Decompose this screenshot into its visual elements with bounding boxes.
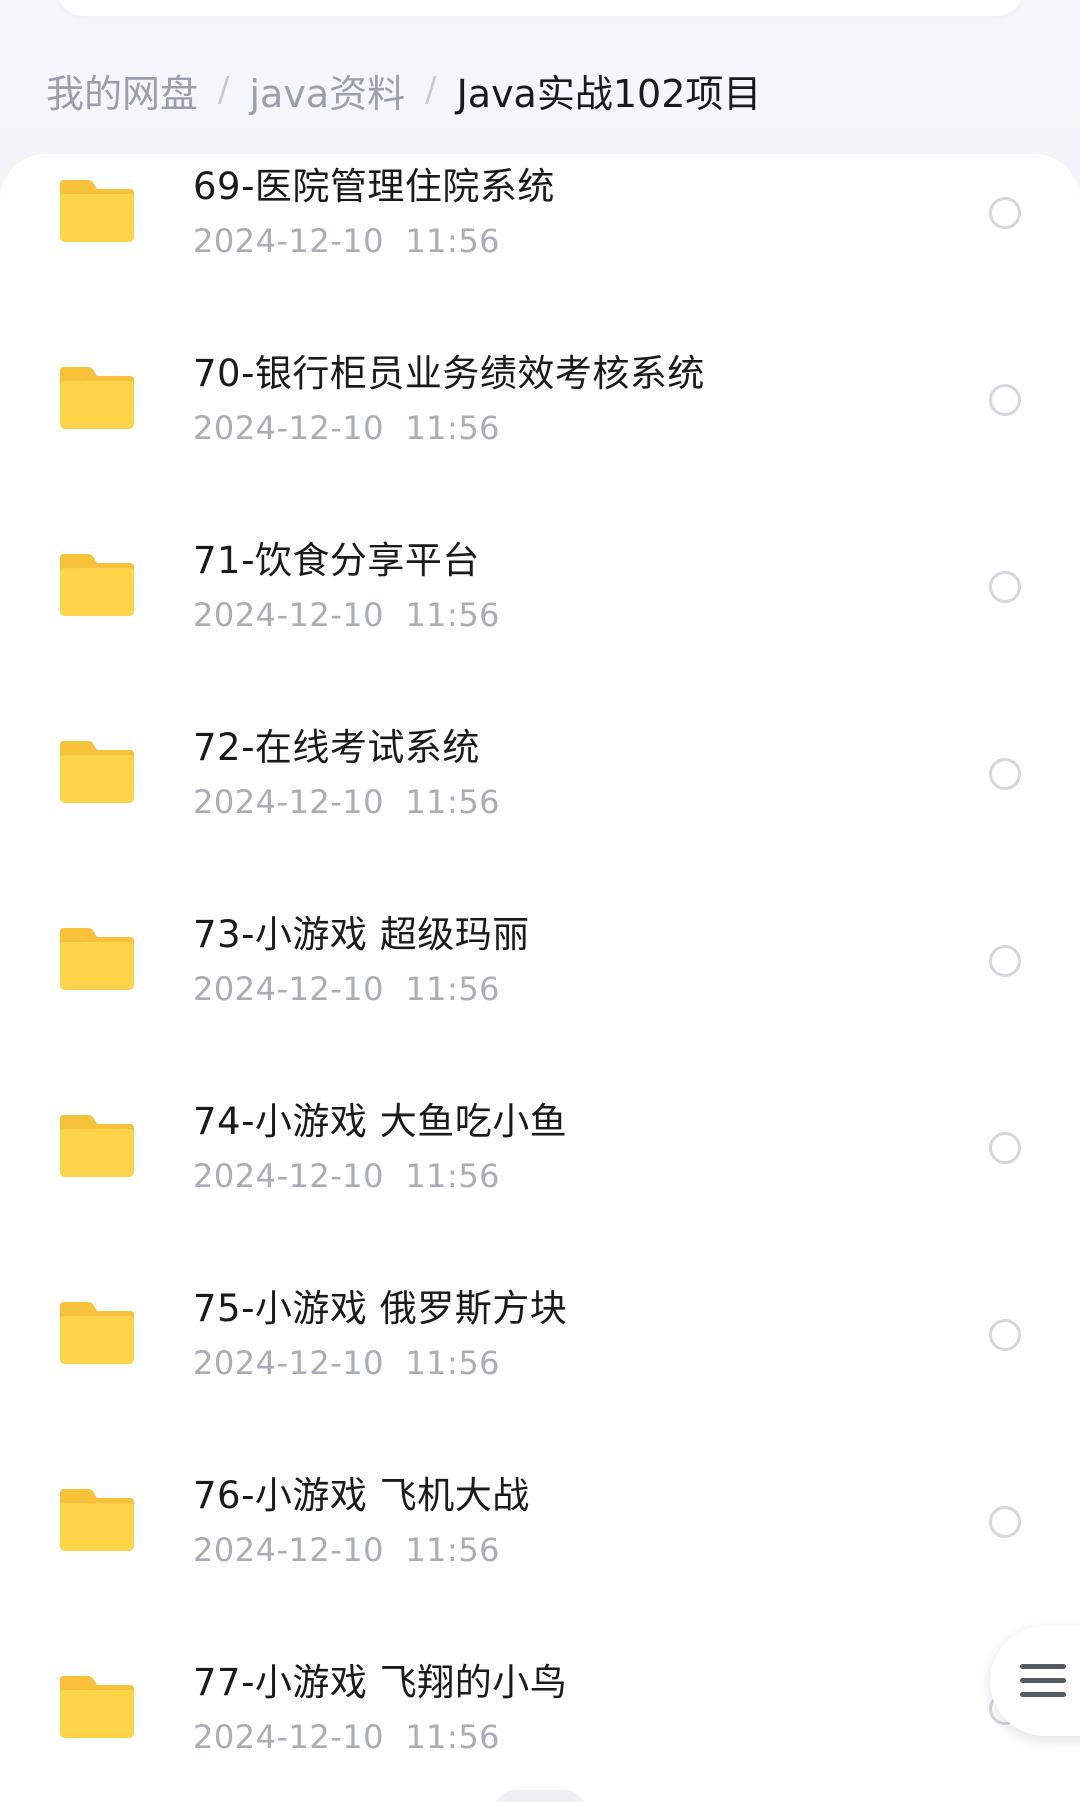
file-row[interactable]: 72-在线考试系统 2024-12-10 11:56 [0,689,1080,876]
file-row[interactable]: 74-小游戏 大鱼吃小鱼 2024-12-10 11:56 [0,1063,1080,1250]
file-name: 71-饮食分享平台 [193,539,480,582]
file-row[interactable]: 76-小游戏 飞机大战 2024-12-10 11:56 [0,1437,1080,1624]
select-circle-icon[interactable] [989,1506,1021,1538]
file-row[interactable]: 73-小游戏 超级玛丽 2024-12-10 11:56 [0,876,1080,1063]
folder-icon [58,1672,136,1742]
file-browser-page: 我的网盘 / java资料 / Java实战102项目 69-医院管理住院系统 2… [0,0,1080,1802]
folder-icon [58,550,136,620]
folder-icon [58,1111,136,1181]
select-circle-icon[interactable] [989,945,1021,977]
file-name: 77-小游戏 飞翔的小鸟 [193,1661,568,1704]
folder-icon [58,1485,136,1555]
file-name: 75-小游戏 俄罗斯方块 [193,1287,568,1330]
breadcrumb-separator: / [425,70,437,110]
breadcrumb-item-current: Java实战102项目 [456,71,762,116]
file-list: 69-医院管理住院系统 2024-12-10 11:56 70-银行柜员业务绩效考核… [0,154,1080,1802]
select-circle-icon[interactable] [989,1319,1021,1351]
file-date: 2024-12-10 11:56 [193,783,501,821]
select-circle-icon[interactable] [989,571,1021,603]
breadcrumb-item-root[interactable]: 我的网盘 [46,63,198,118]
file-name: 76-小游戏 飞机大战 [193,1474,530,1517]
file-date: 2024-12-10 11:56 [193,596,501,634]
file-date: 2024-12-10 11:56 [193,1718,501,1756]
file-name: 69-医院管理住院系统 [193,165,555,208]
file-row[interactable]: 69-医院管理住院系统 2024-12-10 11:56 [0,128,1080,315]
select-circle-icon[interactable] [989,384,1021,416]
breadcrumb-separator: / [218,70,230,110]
file-date: 2024-12-10 11:56 [193,1157,501,1195]
breadcrumb-item-java[interactable]: java资料 [249,63,405,118]
file-name: 73-小游戏 超级玛丽 [193,913,530,956]
file-date: 2024-12-10 11:56 [193,222,501,260]
search-bar[interactable] [56,0,1024,16]
file-date: 2024-12-10 11:56 [193,970,501,1008]
breadcrumb: 我的网盘 / java资料 / Java实战102项目 [46,62,761,118]
select-circle-icon[interactable] [989,197,1021,229]
folder-icon [58,924,136,994]
file-date: 2024-12-10 11:56 [193,1344,501,1382]
folder-icon [58,1298,136,1368]
folder-icon [58,176,136,246]
file-date: 2024-12-10 11:56 [193,409,501,447]
file-name: 70-银行柜员业务绩效考核系统 [193,352,705,395]
file-date: 2024-12-10 11:56 [193,1531,501,1569]
folder-icon [58,363,136,433]
file-name: 74-小游戏 大鱼吃小鱼 [193,1100,568,1143]
select-circle-icon[interactable] [989,758,1021,790]
folder-icon [58,737,136,807]
select-circle-icon[interactable] [989,1132,1021,1164]
file-row[interactable]: 75-小游戏 俄罗斯方块 2024-12-10 11:56 [0,1250,1080,1437]
file-row[interactable]: 77-小游戏 飞翔的小鸟 2024-12-10 11:56 [0,1624,1080,1802]
bottom-handle [495,1790,585,1802]
file-row[interactable]: 71-饮食分享平台 2024-12-10 11:56 [0,502,1080,689]
file-name: 72-在线考试系统 [193,726,480,769]
file-row[interactable]: 70-银行柜员业务绩效考核系统 2024-12-10 11:56 [0,315,1080,502]
